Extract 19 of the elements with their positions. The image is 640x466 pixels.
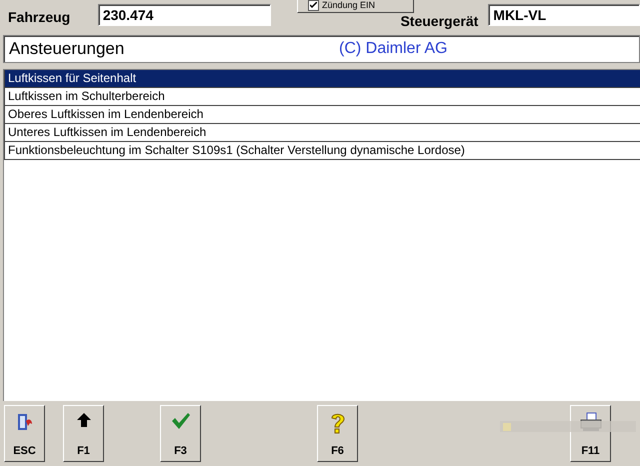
section-title: Ansteuerungen [9,39,126,59]
ignition-label: Zündung EIN [322,0,376,10]
up-arrow-icon [76,412,92,428]
function-key-button[interactable]: F3 [160,405,201,462]
control-unit-field[interactable]: MKL-VL [488,4,640,26]
ignition-checkbox[interactable] [308,0,319,10]
control-unit-label: Steuergerät [400,13,480,29]
list-item[interactable]: Luftkissen für Seitenhalt [4,70,640,88]
copyright-text: (C) Daimler AG [339,40,448,58]
vehicle-label: Fahrzeug [8,9,72,25]
checkmark-icon [170,412,190,430]
function-key-button[interactable]: ESC [4,405,45,462]
function-key-button[interactable]: F1 [63,405,104,462]
vehicle-field[interactable]: 230.474 [98,4,272,26]
function-key-button[interactable]: F6 [317,405,358,462]
list-item[interactable]: Luftkissen im Schulterbereich [4,88,640,106]
list-item[interactable]: Unteres Luftkissen im Lendenbereich [4,124,640,142]
list-item[interactable]: Oberes Luftkissen im Lendenbereich [4,106,640,124]
list-item[interactable]: Funktionsbeleuchtung im Schalter S109s1 (Schalter Verstellung dynamische Lordose) [4,142,640,160]
